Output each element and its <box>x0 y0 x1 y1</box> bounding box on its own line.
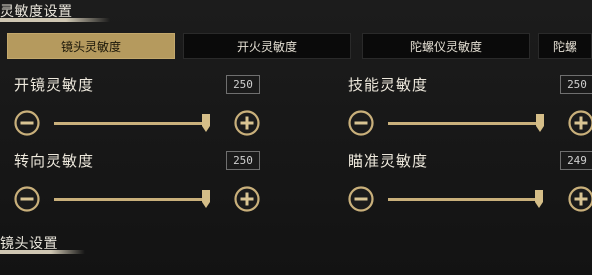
slider-thumb[interactable] <box>535 190 544 208</box>
slider-thumb[interactable] <box>202 190 210 208</box>
tab-label: 陀螺仪灵敏度 <box>409 40 482 54</box>
slider-panel-turn: 转向灵敏度 250 <box>6 150 268 220</box>
section-header-scope: 镜头设置 <box>0 232 180 256</box>
minus-icon[interactable] <box>14 186 40 212</box>
slider-value[interactable]: 250 <box>226 75 260 94</box>
tab-scope-sensitivity[interactable]: 镜头灵敏度 <box>7 33 175 59</box>
tab-gyro-sensitivity[interactable]: 陀螺仪灵敏度 <box>362 33 530 59</box>
minus-icon[interactable] <box>348 186 374 212</box>
plus-icon[interactable] <box>568 186 592 212</box>
plus-icon[interactable] <box>234 186 260 212</box>
slider-track[interactable] <box>54 198 206 201</box>
slider-value[interactable]: 250 <box>560 75 592 94</box>
slider-value[interactable]: 249 <box>560 151 592 170</box>
slider-title: 瞄准灵敏度 <box>348 152 429 170</box>
slider-title: 技能灵敏度 <box>348 76 429 94</box>
tab-label: 镜头灵敏度 <box>60 40 121 54</box>
tab-fire-sensitivity[interactable]: 开火灵敏度 <box>183 33 351 59</box>
slider-title: 开镜灵敏度 <box>14 76 95 94</box>
slider-thumb[interactable] <box>536 114 544 132</box>
tab-gyro-partial[interactable]: 陀螺 <box>538 33 592 59</box>
tab-label: 陀螺 <box>552 40 577 54</box>
slider-value[interactable]: 250 <box>226 151 260 170</box>
section-header-sensitivity: 灵敏度设置 <box>0 0 180 24</box>
slider-panel-aim: 瞄准灵敏度 249 <box>340 150 592 220</box>
tab-label: 开火灵敏度 <box>236 40 297 54</box>
minus-icon[interactable] <box>348 110 374 136</box>
slider-track[interactable] <box>388 198 540 201</box>
plus-icon[interactable] <box>234 110 260 136</box>
slider-panel-scope-open: 开镜灵敏度 250 <box>6 74 268 144</box>
slider-title: 转向灵敏度 <box>14 152 95 170</box>
slider-track[interactable] <box>388 122 540 125</box>
slider-track[interactable] <box>54 122 206 125</box>
sensitivity-tabs: 镜头灵敏度 开火灵敏度 陀螺仪灵敏度 陀螺 <box>7 33 592 59</box>
section-title: 镜头设置 <box>0 236 58 252</box>
minus-icon[interactable] <box>14 110 40 136</box>
plus-icon[interactable] <box>568 110 592 136</box>
section-title: 灵敏度设置 <box>0 4 73 20</box>
slider-panel-skill: 技能灵敏度 250 <box>340 74 592 144</box>
slider-thumb[interactable] <box>202 114 210 132</box>
